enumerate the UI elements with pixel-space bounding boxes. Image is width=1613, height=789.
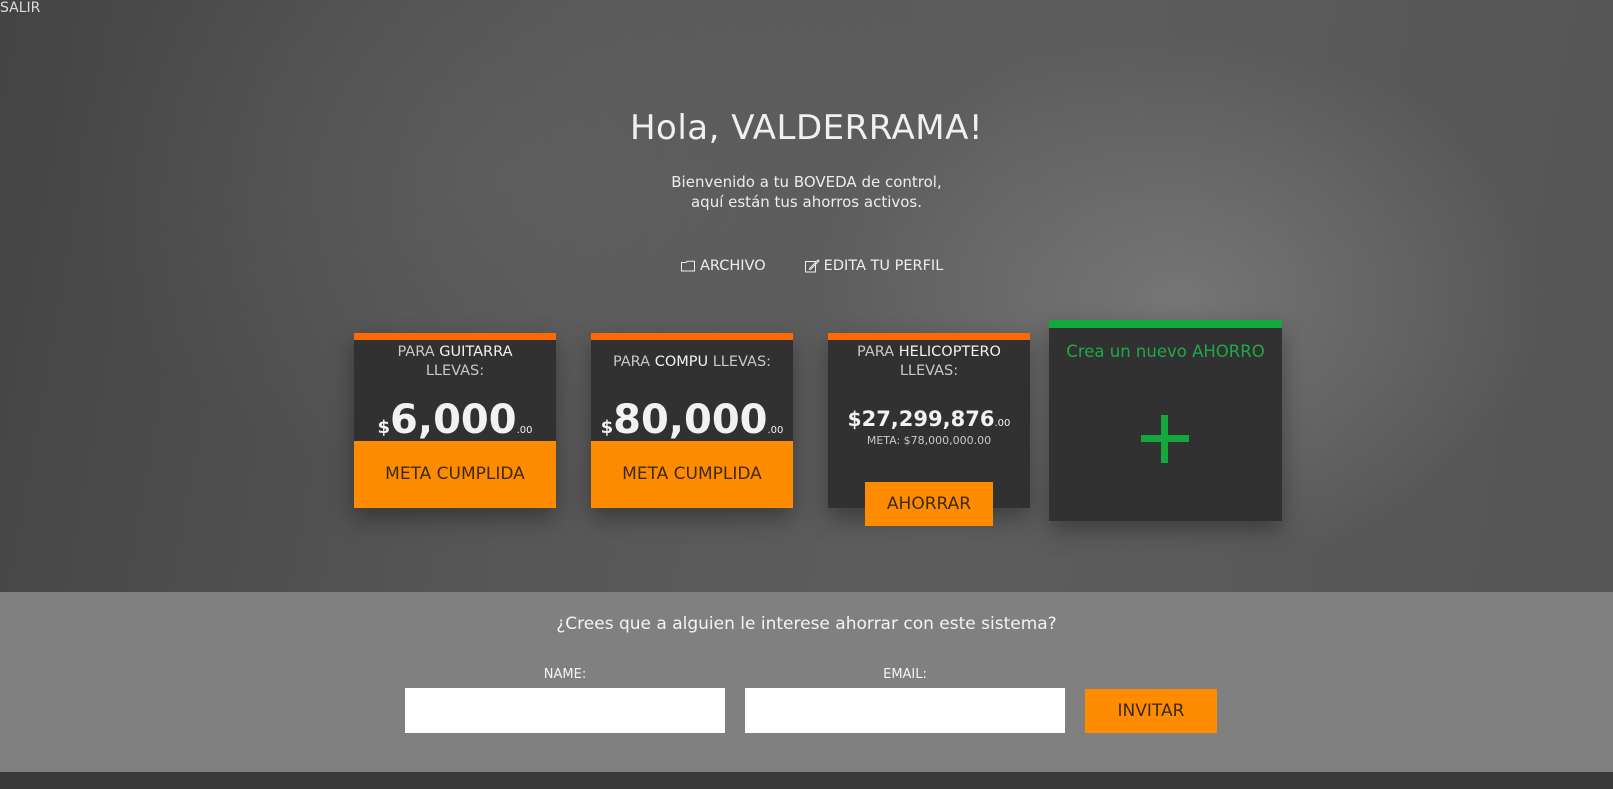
card-topbar (354, 333, 556, 340)
saving-card-label: PARA GUITARRA LLEVAS: (397, 344, 513, 379)
new-saving-title: Crea un nuevo AHORRO (1066, 342, 1265, 361)
hero-section (0, 0, 1613, 592)
name-field-label: NAME: (543, 667, 587, 682)
saving-amount: $6,000.00 (377, 397, 533, 443)
saving-card-label: PARA HELICOPTERO LLEVAS: (857, 344, 1001, 379)
saving-card-guitarra: PARA GUITARRA LLEVAS: $6,000.00 META CUM… (354, 333, 556, 508)
subtitle-line-2: aquí están tus ahorros activos. (690, 193, 923, 211)
save-button[interactable]: AHORRAR (865, 482, 993, 526)
plus-icon (1141, 415, 1189, 463)
goal-met-button[interactable]: META CUMPLIDA (591, 441, 793, 508)
saving-amount: $27,299,876.00 (847, 407, 1011, 431)
saving-amount: $80,000.00 (600, 397, 784, 443)
name-field[interactable] (405, 688, 725, 733)
edit-profile-link[interactable]: EDITA TU PERFIL (804, 258, 944, 274)
footer-strip (0, 772, 1613, 789)
edit-icon (804, 259, 820, 273)
saving-card-compu: PARA COMPU LLEVAS: $80,000.00 META CUMPL… (591, 333, 793, 508)
card-topbar (1049, 320, 1282, 328)
card-topbar (591, 333, 793, 340)
logout-link[interactable]: SALIR (0, 0, 40, 17)
saving-goal: META: $78,000,000.00 (866, 434, 992, 447)
saving-name: COMPU (654, 354, 709, 370)
archive-label: ARCHIVO (700, 258, 766, 274)
saving-name: GUITARRA (439, 344, 513, 360)
card-topbar (828, 333, 1030, 340)
saving-name: HELICOPTERO (898, 344, 1001, 360)
edit-profile-label: EDITA TU PERFIL (823, 258, 944, 274)
new-saving-card[interactable]: Crea un nuevo AHORRO (1049, 320, 1282, 521)
greeting-title: Hola, VALDERRAMA! (629, 108, 984, 148)
profile-nav: ARCHIVO EDITA TU PERFIL (680, 258, 943, 274)
invite-question: ¿Crees que a alguien le interese ahorrar… (556, 614, 1057, 634)
subtitle-line-1: Bienvenido a tu BOVEDA de control, (671, 173, 942, 191)
goal-met-button[interactable]: META CUMPLIDA (354, 441, 556, 508)
email-field[interactable] (745, 688, 1065, 733)
email-field-label: EMAIL: (883, 667, 927, 682)
welcome-subtitle: Bienvenido a tu BOVEDA de control, aquí … (0, 172, 1613, 212)
invite-button[interactable]: INVITAR (1085, 689, 1217, 733)
folder-icon (681, 260, 695, 272)
saving-card-label: PARA COMPU LLEVAS: (612, 354, 772, 370)
archive-link[interactable]: ARCHIVO (680, 258, 766, 274)
invite-section: ¿Crees que a alguien le interese ahorrar… (0, 592, 1613, 772)
